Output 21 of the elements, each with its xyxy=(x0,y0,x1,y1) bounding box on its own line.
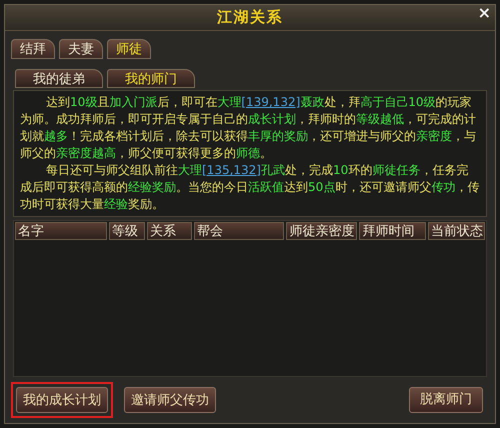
column-header[interactable]: 当前状态 xyxy=(428,222,485,240)
paragraph: 达到10级且加入门派后，即可在大理[139,132]聂政处，拜高于自己10级的玩家为师。成功拜师后，即可开启专属于自己的成长计划，拜师时的等级越低，可完成的计划就越多！完成各档计划后，除去可以获得丰厚的奖励，还可增进与师父的亲密度，与师父的亲密度越高，师父便可获得更多的师德。 xyxy=(20,94,477,162)
tab[interactable]: 结拜 xyxy=(11,39,55,59)
coordinate-link[interactable]: [135,132] xyxy=(202,163,261,177)
column-header[interactable]: 拜师时间 xyxy=(359,222,426,240)
tab[interactable]: 我的徒弟 xyxy=(15,69,103,88)
column-header[interactable]: 名字 xyxy=(15,222,107,240)
tab[interactable]: 夫妻 xyxy=(59,39,103,59)
close-button[interactable]: × xyxy=(478,5,491,21)
leave-button[interactable]: 脱离师门 xyxy=(409,387,483,413)
column-header[interactable]: 等级 xyxy=(108,222,145,240)
column-header[interactable]: 师徒亲密度 xyxy=(286,222,358,240)
paragraph: 每日还可与师父组队前往大理[135,132]孔武处，完成10环的师徒任务，任务完成后即可获得高额的经验奖励。当您的今日活跃值达到50点时，还可邀请师父传功，传功时可获得大量经验奖励。 xyxy=(20,162,480,213)
action-button[interactable]: 邀请师父传功 xyxy=(124,387,216,414)
window-title: 江湖关系 xyxy=(217,7,283,28)
column-header[interactable]: 关系 xyxy=(146,222,192,240)
coordinate-link[interactable]: [139,132] xyxy=(241,95,300,109)
tab[interactable]: 我的师门 xyxy=(107,69,195,88)
action-button[interactable]: 我的成长计划 xyxy=(16,387,108,414)
tab[interactable]: 师徒 xyxy=(107,39,151,59)
column-header[interactable]: 帮会 xyxy=(194,222,284,240)
